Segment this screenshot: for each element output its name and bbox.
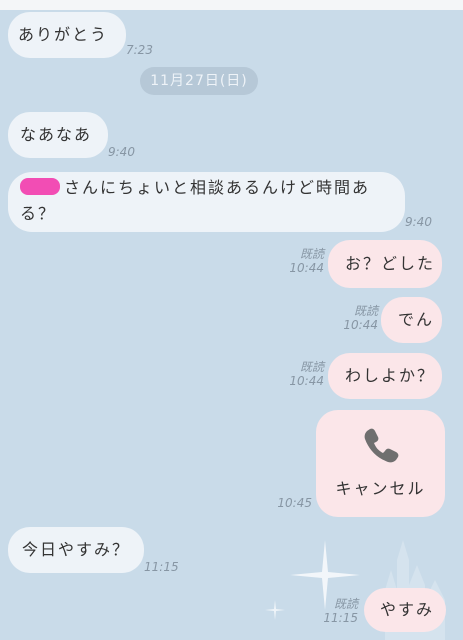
message-bubble-incoming[interactable]: 今日やすみ？ xyxy=(8,527,144,573)
message-read-time: 既読 10:44 xyxy=(280,247,324,275)
message-time: 10:45 xyxy=(277,496,312,510)
message-text: わしよか？ xyxy=(345,366,436,385)
message-time: 10:44 xyxy=(343,318,378,332)
message-read-time: 既読 10:44 xyxy=(334,304,378,332)
message-text: でん xyxy=(398,310,435,329)
message-text: お？どした xyxy=(345,254,436,273)
call-status-label: キャンセル xyxy=(335,478,426,498)
message-bubble-outgoing[interactable]: でん xyxy=(381,297,442,343)
date-separator: 11月27日(日) xyxy=(140,67,258,95)
read-receipt: 既読 xyxy=(353,304,378,318)
message-bubble-outgoing[interactable]: お？どした xyxy=(328,240,442,288)
message-text: 今日やすみ？ xyxy=(22,540,131,559)
message-read-time: 既読 11:15 xyxy=(318,597,358,625)
message-time: 7:23 xyxy=(126,43,153,57)
read-receipt: 既読 xyxy=(333,597,358,611)
message-text: なあなあ xyxy=(20,125,93,144)
call-cancelled-card[interactable]: キャンセル xyxy=(316,410,445,517)
message-text: ありがとう xyxy=(18,25,109,44)
message-text: さんにちょいと相談あるんけど時間ある？ xyxy=(20,178,371,223)
message-bubble-incoming[interactable]: ありがとう xyxy=(8,12,126,58)
message-time: 9:40 xyxy=(108,145,135,159)
message-bubble-incoming[interactable]: さんにちょいと相談あるんけど時間ある？ xyxy=(8,172,405,232)
message-text: やすみ xyxy=(380,600,435,619)
message-time: 9:40 xyxy=(405,215,432,229)
message-time: 10:44 xyxy=(289,261,324,275)
message-time: 10:44 xyxy=(289,374,324,388)
message-read-time: 既読 10:44 xyxy=(280,360,324,388)
message-bubble-outgoing[interactable]: わしよか？ xyxy=(328,353,442,399)
sparkle-decoration-small xyxy=(265,600,285,620)
message-time: 11:15 xyxy=(323,611,358,625)
message-bubble-incoming[interactable]: なあなあ xyxy=(8,112,108,158)
message-time: 11:15 xyxy=(144,560,179,574)
redacted-name xyxy=(20,178,60,195)
phone-icon xyxy=(364,428,398,462)
read-receipt: 既読 xyxy=(299,360,324,374)
read-receipt: 既読 xyxy=(299,247,324,261)
status-bar-strip xyxy=(0,0,463,10)
message-bubble-outgoing[interactable]: やすみ xyxy=(364,588,446,632)
